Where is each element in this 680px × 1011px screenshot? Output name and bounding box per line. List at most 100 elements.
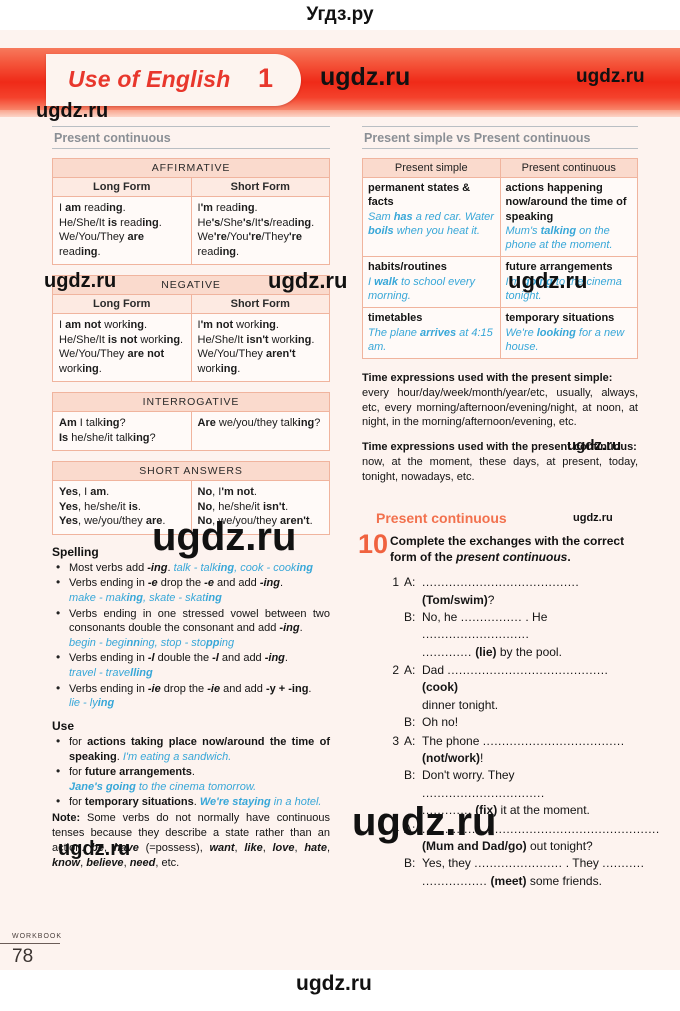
comparison-label: actions happening now/around the time of… xyxy=(505,182,627,223)
list-item: Most verbs add -ing. talk - talking, coo… xyxy=(52,560,330,576)
interrogative-table: INTERROGATIVE Am I talking? Is he/she/it… xyxy=(52,392,330,452)
unit-chip: Use of English 1 xyxy=(46,54,301,106)
answer-line: Oh no! xyxy=(422,715,459,730)
workbook-rule xyxy=(0,943,60,944)
table-row: habits/routines I walk to school every m… xyxy=(362,256,638,308)
exercise-questions: 1 A:....................................… xyxy=(390,574,659,891)
speaker-label: B: xyxy=(404,609,416,624)
speaker-label: B: xyxy=(404,768,416,783)
affirmative-short-cell: I'm reading. He's/She's/It's/reading. We… xyxy=(190,196,330,265)
list-item: Verbs ending in one stressed vowel betwe… xyxy=(52,606,330,651)
header-banner-shadow xyxy=(0,110,680,117)
comparison-cell: actions happening now/around the time of… xyxy=(499,176,638,257)
short-answers-no-cell: No, I'm not. No, he/she/it isn't. No, we… xyxy=(190,480,330,535)
answer-line[interactable]: Yes, they ....................... . They… xyxy=(422,855,660,872)
table-row: permanent states & facts Sam has a red c… xyxy=(362,176,638,257)
speaker-label xyxy=(404,644,422,661)
speaker-label xyxy=(404,838,422,855)
question-number: 3 xyxy=(392,733,399,748)
page-number: 78 xyxy=(12,946,34,967)
list-item: for temporary situations. We're staying … xyxy=(52,794,330,810)
time-simple-body: every hour/day/week/month/year/etc, usua… xyxy=(362,387,638,429)
interrogative-col2-cell: Are we/you/they talking? xyxy=(190,411,330,451)
negative-col2-header: Short Form xyxy=(190,294,330,315)
negative-col1-header: Long Form xyxy=(52,294,191,315)
list-item: for actions taking place now/around the … xyxy=(52,734,330,764)
time-expressions-simple: Time expressions used with the present s… xyxy=(362,371,638,430)
use-note: Note: Some verbs do not normally have co… xyxy=(52,812,330,869)
time-expressions-continuous: Time expressions used with the present c… xyxy=(362,440,638,484)
speaker-label xyxy=(404,750,422,767)
answer-line[interactable]: No, he ................ . He ...........… xyxy=(422,609,638,644)
list-item: Verbs ending in -ie drop the -ie and add… xyxy=(52,681,330,711)
comparison-label: temporary situations xyxy=(505,312,615,325)
exercise-block: 10 Complete the exchanges with the corre… xyxy=(358,529,659,891)
answer-line[interactable]: ............. (fix) it at the moment. xyxy=(422,802,638,819)
speaker-label: A: xyxy=(404,575,416,590)
comparison-col1-header: Present simple xyxy=(362,158,500,178)
list-item[interactable]: 1 A:....................................… xyxy=(390,574,638,661)
answer-line: (Mum and Dad/go) out tonight? xyxy=(422,838,593,853)
list-item[interactable]: 3 A: The phone ..........................… xyxy=(390,733,638,820)
speaker-label xyxy=(404,873,422,890)
comparison-table: Present simple Present continuous perman… xyxy=(362,158,638,360)
exercise-section-title: Present continuous xyxy=(376,510,507,527)
short-answers-yes-cell: Yes, I am. Yes, he/she/it is. Yes, we/yo… xyxy=(59,486,166,528)
workbook-label: WORKBOOK xyxy=(12,933,63,940)
list-item: Verbs ending in -e drop the -e and add -… xyxy=(52,575,330,605)
answer-line[interactable]: ................. (meet) some friends. xyxy=(422,873,660,890)
answer-line[interactable]: Dad ....................................… xyxy=(422,662,638,697)
answer-line: dinner tonight. xyxy=(422,697,499,712)
speaker-label xyxy=(404,697,422,714)
short-answers-table: SHORT ANSWERS Yes, I am. Yes, he/she/it … xyxy=(52,461,330,535)
list-item[interactable]: 2 A: Dad ................................… xyxy=(390,662,638,732)
unit-number: 1 xyxy=(257,63,273,93)
question-number: 2 xyxy=(392,663,399,678)
list-item[interactable]: 4 A:....................................… xyxy=(390,821,659,891)
question-number: 1 xyxy=(392,575,399,590)
speaker-label: B: xyxy=(404,715,416,730)
watermark: ugdz.ru xyxy=(296,972,372,995)
right-section-heading: Present simple vs Present continuous xyxy=(362,126,638,149)
list-item: Verbs ending in -l double the -l and add… xyxy=(52,650,330,680)
negative-long-cell: I am not working. He/She/It is not worki… xyxy=(59,319,184,375)
answer-line[interactable]: ........................................… xyxy=(422,821,660,838)
time-continuous-body: now, at the moment, these days, at prese… xyxy=(362,455,638,483)
speaker-label xyxy=(404,802,422,819)
time-simple-title: Time expressions used with the present s… xyxy=(362,372,613,385)
comparison-cell: habits/routines I walk to school every m… xyxy=(362,256,500,308)
negative-short-cell: I'm not working. He/She/It isn't working… xyxy=(190,313,330,382)
speaker-label: A: xyxy=(404,663,416,678)
answer-line: (not/work)! xyxy=(422,751,484,766)
negative-table: NEGATIVE Long Form Short Form I am not w… xyxy=(52,275,330,383)
time-continuous-title: Time expressions used with the present c… xyxy=(362,441,637,454)
rubric-emphasis: present continuous xyxy=(456,549,568,564)
affirmative-col2-header: Short Form xyxy=(190,177,330,197)
affirmative-col1-header: Long Form xyxy=(52,177,191,197)
comparison-cell: temporary situations We're looking for a… xyxy=(499,307,638,359)
negative-title: NEGATIVE xyxy=(52,275,330,296)
rubric-end: . xyxy=(567,549,571,564)
comparison-label: timetables xyxy=(368,312,423,325)
exercise-rubric: Complete the exchanges with the correct … xyxy=(390,534,638,565)
table-row: timetables The plane arrives at 4:15 am.… xyxy=(362,307,638,359)
interrogative-title: INTERROGATIVE xyxy=(52,392,330,413)
answer-line[interactable]: ............. (lie) by the pool. xyxy=(422,644,638,661)
left-section-heading: Present continuous xyxy=(52,126,330,149)
comparison-col2-header: Present continuous xyxy=(499,158,638,178)
speaker-label: A: xyxy=(404,821,416,836)
right-column: Present simple vs Present continuous Pre… xyxy=(358,126,659,891)
comparison-cell: timetables The plane arrives at 4:15 am. xyxy=(362,307,500,359)
exercise-number: 10 xyxy=(358,529,389,560)
comparison-cell: permanent states & facts Sam has a red c… xyxy=(362,176,500,257)
unit-title: Use of English xyxy=(68,66,231,92)
answer-line[interactable]: ........................................… xyxy=(422,574,638,609)
answer-line[interactable]: Don't worry. They ......................… xyxy=(422,767,638,802)
comparison-label: future arrangements xyxy=(505,261,613,274)
interrogative-col1-cell: Am I talking? Is he/she/it talking? xyxy=(59,417,156,444)
answer-line[interactable]: The phone ..............................… xyxy=(422,733,638,750)
comparison-label: permanent states & facts xyxy=(368,182,471,209)
affirmative-title: AFFIRMATIVE xyxy=(52,158,330,178)
comparison-cell: future arrangements I'm going to the cin… xyxy=(499,256,638,308)
use-list: for actions taking place now/around the … xyxy=(52,734,330,810)
